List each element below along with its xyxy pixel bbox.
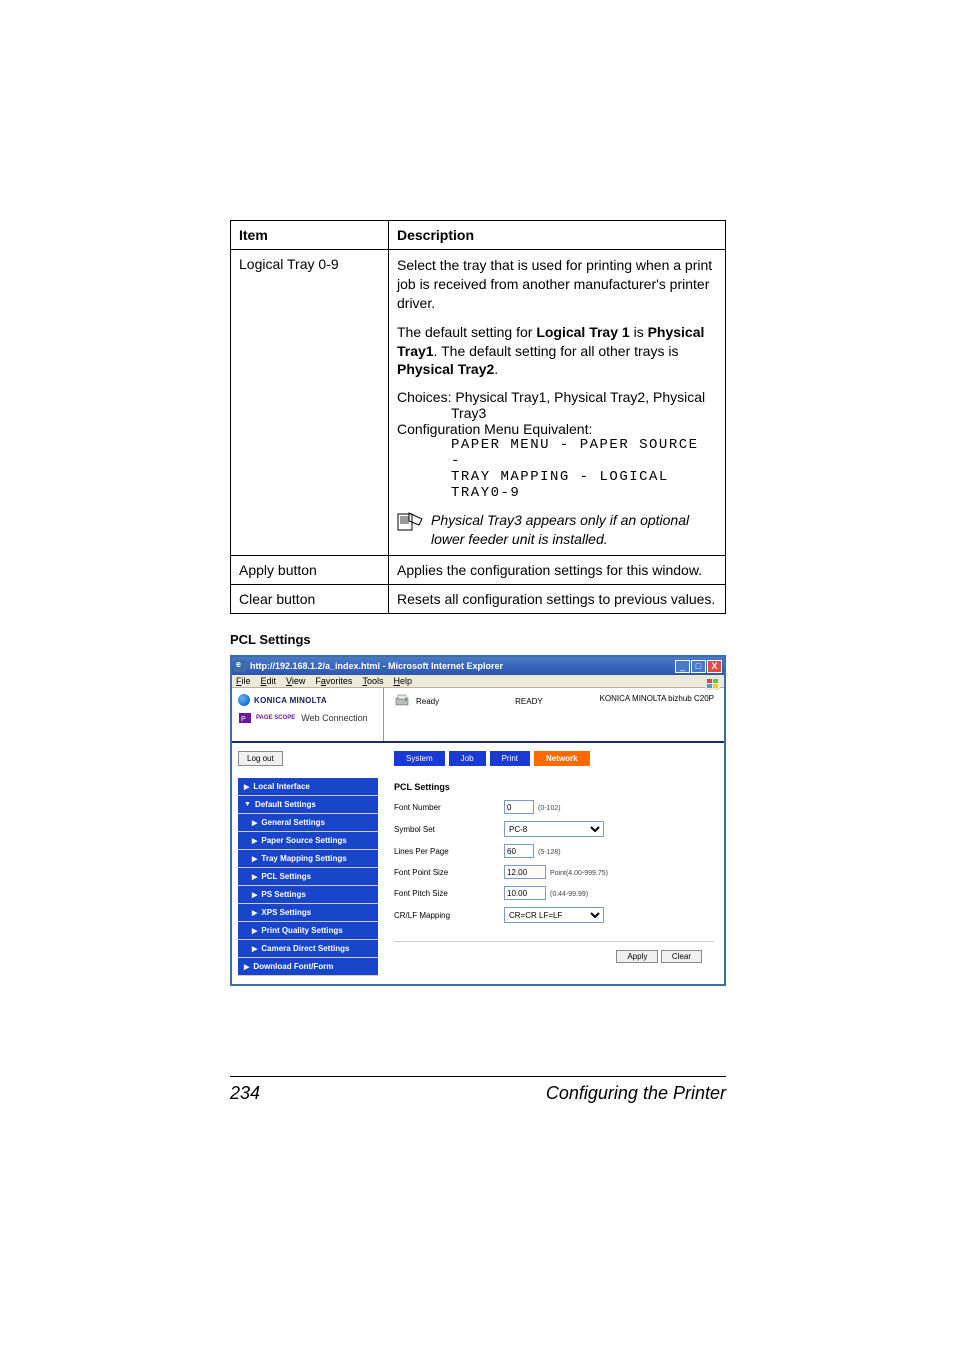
brand-name: KONICA MINOLTA bbox=[254, 696, 327, 705]
close-button[interactable]: X bbox=[707, 660, 722, 673]
font-pitch-size-label: Font Pitch Size bbox=[394, 889, 504, 898]
panel-title: PCL Settings bbox=[394, 782, 714, 792]
pagescope-icon: P bbox=[238, 712, 252, 724]
sidebar-item-general-settings[interactable]: General Settings bbox=[238, 814, 378, 832]
crlf-mapping-select[interactable]: CR=CR LF=LF bbox=[504, 907, 604, 923]
menu-tools[interactable]: Tools bbox=[362, 676, 383, 686]
pcl-subhead: PCL Settings bbox=[230, 632, 836, 647]
font-number-label: Font Number bbox=[394, 803, 504, 812]
row1-mono2: TRAY MAPPING - LOGICAL bbox=[451, 469, 717, 485]
menu-favorites[interactable]: Favorites bbox=[315, 676, 352, 686]
page-number: 234 bbox=[230, 1083, 260, 1104]
row3-desc: Resets all configuration settings to pre… bbox=[389, 585, 726, 614]
row2-item: Apply button bbox=[231, 556, 389, 585]
menu-edit[interactable]: Edit bbox=[261, 676, 277, 686]
maximize-button[interactable]: □ bbox=[691, 660, 706, 673]
clear-button[interactable]: Clear bbox=[661, 950, 702, 963]
printer-icon bbox=[394, 694, 410, 708]
font-point-size-hint: Point(4.00-999.75) bbox=[550, 870, 608, 877]
status-ready-small: Ready bbox=[416, 697, 439, 706]
tab-network[interactable]: Network bbox=[534, 751, 590, 766]
window-title: http://192.168.1.2/a_index.html - Micros… bbox=[250, 661, 503, 671]
sidebar-item-ps-settings[interactable]: PS Settings bbox=[238, 886, 378, 904]
th-desc: Description bbox=[389, 221, 726, 250]
menu-help[interactable]: Help bbox=[393, 676, 412, 686]
sidebar-item-print-quality-settings[interactable]: Print Quality Settings bbox=[238, 922, 378, 940]
app-header: KONICA MINOLTA P PAGE SCOPE Web Connecti… bbox=[232, 688, 724, 743]
footer-title: Configuring the Printer bbox=[546, 1083, 726, 1104]
sidebar-item-xps-settings[interactable]: XPS Settings bbox=[238, 904, 378, 922]
svg-text:P: P bbox=[241, 716, 246, 723]
note-icon bbox=[397, 511, 423, 534]
font-number-hint: (0-102) bbox=[538, 805, 561, 812]
ie-icon bbox=[234, 660, 246, 672]
menubar[interactable]: File Edit View Favorites Tools Help bbox=[232, 675, 724, 688]
sidebar-item-paper-source-settings[interactable]: Paper Source Settings bbox=[238, 832, 378, 850]
row3-item: Clear button bbox=[231, 585, 389, 614]
km-logo-icon bbox=[238, 694, 250, 706]
windows-flag-icon bbox=[705, 677, 720, 690]
sidebar-item-default-settings[interactable]: Default Settings bbox=[238, 796, 378, 814]
footer-rule bbox=[230, 1076, 726, 1077]
web-connection-text: Web Connection bbox=[301, 713, 367, 723]
font-point-size-label: Font Point Size bbox=[394, 868, 504, 877]
row1-p2: The default setting for Logical Tray 1 i… bbox=[397, 323, 717, 380]
spec-table: Item Description Logical Tray 0-9 Select… bbox=[230, 220, 726, 614]
tab-print[interactable]: Print bbox=[490, 751, 530, 766]
lines-per-page-label: Lines Per Page bbox=[394, 847, 504, 856]
font-pitch-size-hint: (0.44-99.99) bbox=[550, 891, 588, 898]
sidebar-item-tray-mapping-settings[interactable]: Tray Mapping Settings bbox=[238, 850, 378, 868]
sidebar-item-download-font-form[interactable]: Download Font/Form bbox=[238, 958, 378, 976]
pagescope-text: PAGE SCOPE bbox=[256, 715, 295, 721]
row1-choices: Choices: Physical Tray1, Physical Tray2,… bbox=[397, 389, 717, 421]
model-name: KONICA MINOLTA bizhub C20P bbox=[600, 694, 714, 703]
row2-desc: Applies the configuration settings for t… bbox=[389, 556, 726, 585]
titlebar[interactable]: http://192.168.1.2/a_index.html - Micros… bbox=[232, 657, 724, 675]
symbol-set-label: Symbol Set bbox=[394, 825, 504, 834]
minimize-button[interactable]: _ bbox=[675, 660, 690, 673]
row1-mono3: TRAY0-9 bbox=[451, 485, 717, 501]
row1-item: Logical Tray 0-9 bbox=[231, 250, 389, 556]
logout-button[interactable]: Log out bbox=[238, 751, 283, 766]
page-footer: 234 Configuring the Printer bbox=[230, 1083, 726, 1104]
menu-file[interactable]: File bbox=[236, 676, 251, 686]
apply-button[interactable]: Apply bbox=[616, 950, 658, 963]
font-pitch-size-input[interactable] bbox=[504, 886, 546, 900]
font-point-size-input[interactable] bbox=[504, 865, 546, 879]
tabs: System Job Print Network bbox=[394, 751, 714, 766]
sidebar-item-camera-direct-settings[interactable]: Camera Direct Settings bbox=[238, 940, 378, 958]
row1-desc: Select the tray that is used for printin… bbox=[389, 250, 726, 556]
tab-job[interactable]: Job bbox=[449, 751, 486, 766]
sidebar: Log out Local Interface Default Settings… bbox=[232, 743, 384, 984]
tab-system[interactable]: System bbox=[394, 751, 445, 766]
status-ready-big: READY bbox=[515, 697, 543, 706]
lines-per-page-input[interactable] bbox=[504, 844, 534, 858]
sidebar-item-pcl-settings[interactable]: PCL Settings bbox=[238, 868, 378, 886]
browser-window: http://192.168.1.2/a_index.html - Micros… bbox=[230, 655, 726, 986]
symbol-set-select[interactable]: PC-8 bbox=[504, 821, 604, 837]
font-number-input[interactable] bbox=[504, 800, 534, 814]
row1-note: Physical Tray3 appears only if an option… bbox=[397, 511, 717, 549]
row1-p1: Select the tray that is used for printin… bbox=[397, 256, 717, 313]
menu-view[interactable]: View bbox=[286, 676, 305, 686]
row1-mono1: PAPER MENU - PAPER SOURCE - bbox=[451, 437, 717, 469]
sidebar-item-local-interface[interactable]: Local Interface bbox=[238, 778, 378, 796]
row1-cfg: Configuration Menu Equivalent: bbox=[397, 421, 717, 437]
lines-per-page-hint: (5-128) bbox=[538, 849, 561, 856]
th-item: Item bbox=[231, 221, 389, 250]
crlf-mapping-label: CR/LF Mapping bbox=[394, 911, 504, 920]
